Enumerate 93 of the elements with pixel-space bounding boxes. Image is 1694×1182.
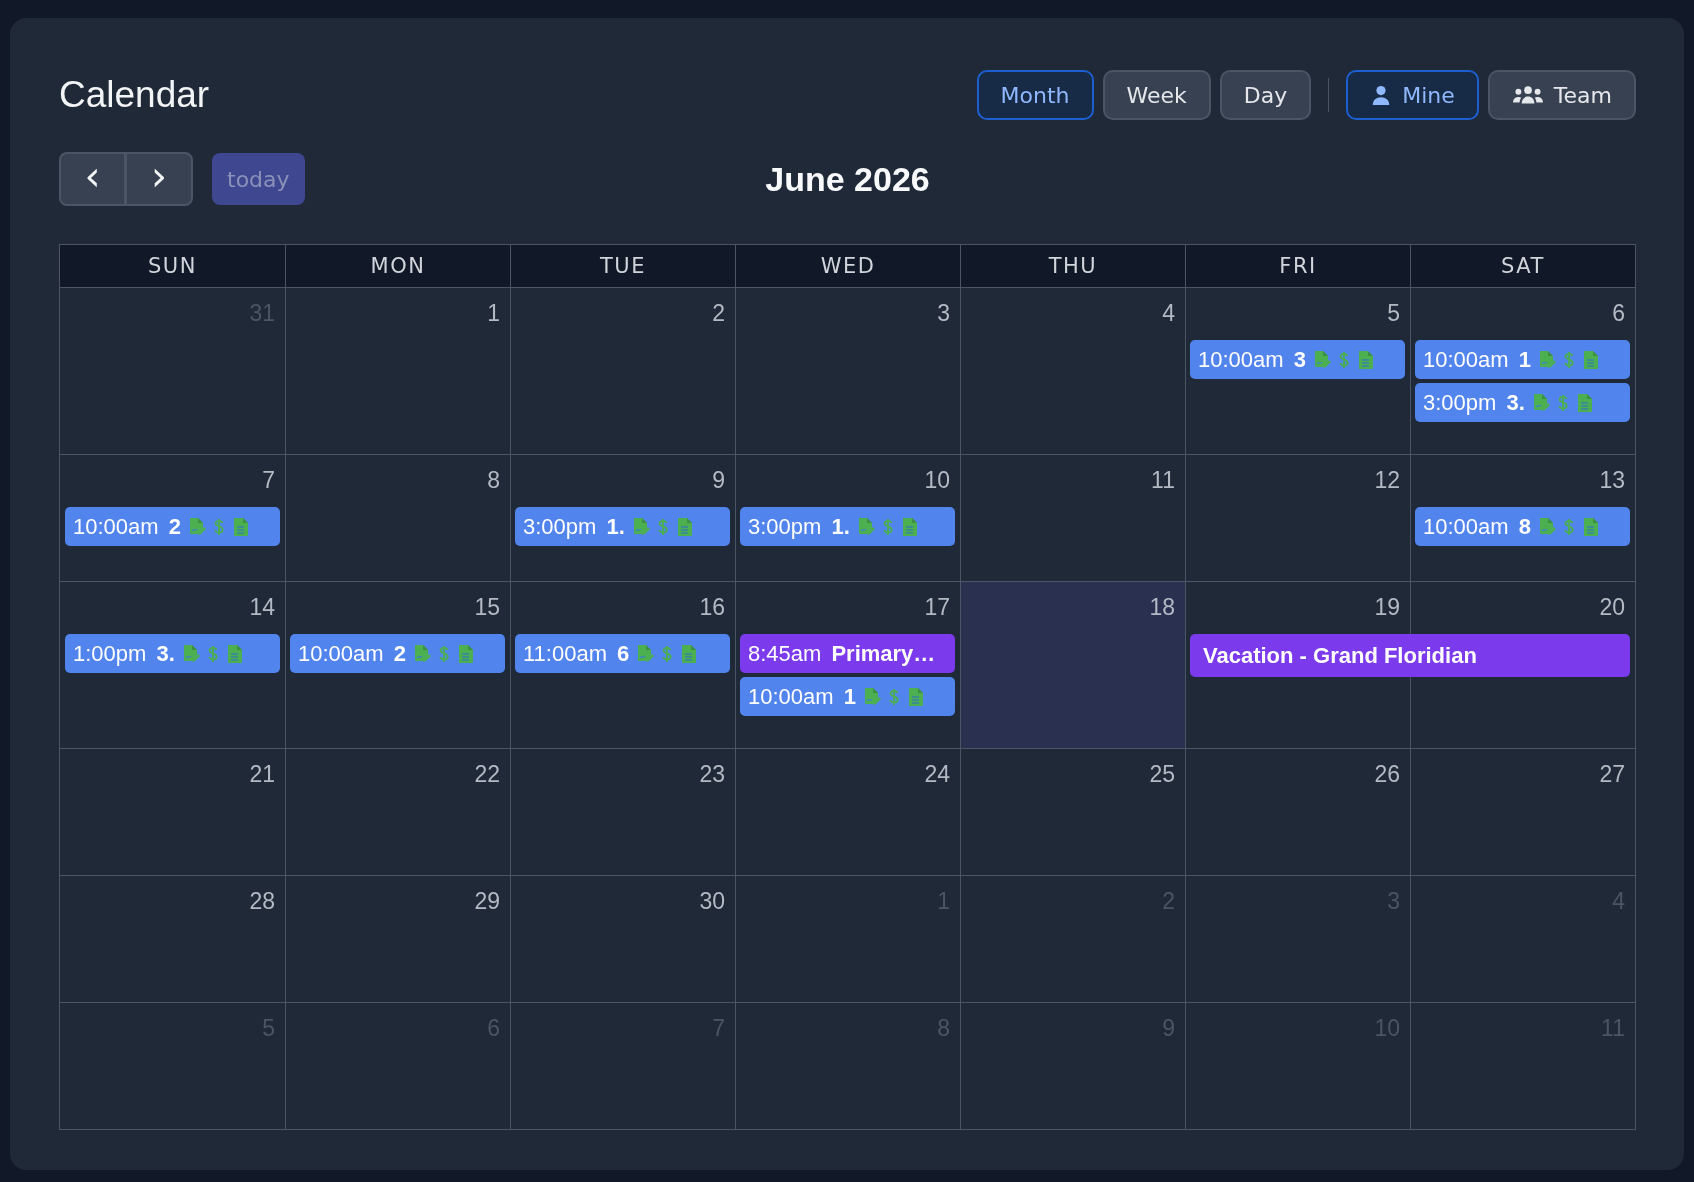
- signed-document-icon: [412, 643, 431, 664]
- day-number: 19: [1374, 593, 1400, 621]
- dollar-icon: [206, 643, 219, 664]
- document-icon: [225, 643, 244, 664]
- dollar-icon: [887, 686, 900, 707]
- calendar-event[interactable]: 10:00am 1: [740, 677, 955, 716]
- document-icon: [900, 516, 919, 537]
- document-icon: [906, 686, 925, 707]
- day-number: 1: [487, 299, 500, 327]
- group-icon: [1511, 83, 1544, 107]
- signed-document-icon: [631, 516, 650, 537]
- dollar-icon: [1337, 349, 1350, 370]
- month-title: June 2026: [765, 159, 930, 199]
- day-number: 25: [1149, 760, 1175, 788]
- calendar-event[interactable]: 3:00pm 1.: [740, 507, 955, 546]
- calendar-event[interactable]: 3:00pm 3.: [1415, 383, 1630, 422]
- day-number: 8: [487, 466, 500, 494]
- day-number: 13: [1599, 466, 1625, 494]
- day-number: 27: [1599, 760, 1625, 788]
- calendar-title: Calendar: [59, 74, 210, 116]
- signed-document-icon: [181, 643, 200, 664]
- dollar-icon: [1562, 349, 1575, 370]
- day-number: 16: [699, 593, 725, 621]
- weekday-header: SUN: [147, 253, 198, 280]
- calendar-event[interactable]: 1:00pm 3.: [65, 634, 280, 673]
- calendar-event[interactable]: 10:00am 2: [290, 634, 505, 673]
- document-icon: [680, 643, 699, 664]
- day-number: 5: [1387, 299, 1400, 327]
- signed-document-icon: [636, 643, 655, 664]
- filter-tab[interactable]: Mine: [1346, 70, 1479, 120]
- day-number: 2: [712, 299, 725, 327]
- calendar-event[interactable]: Vacation - Grand Floridian: [1190, 634, 1630, 677]
- signed-document-icon: [1531, 392, 1550, 413]
- day-number: 7: [262, 466, 275, 494]
- dollar-icon: [437, 643, 450, 664]
- day-number: 26: [1374, 760, 1400, 788]
- document-icon: [1575, 392, 1594, 413]
- dollar-icon: [1556, 392, 1569, 413]
- document-icon: [1356, 349, 1375, 370]
- day-number: 14: [249, 593, 275, 621]
- day-number: 23: [699, 760, 725, 788]
- signed-document-icon: [1312, 349, 1331, 370]
- day-number: 12: [1374, 466, 1400, 494]
- day-number: 20: [1599, 593, 1625, 621]
- calendar-event[interactable]: 10:00am 2: [65, 507, 280, 546]
- view-tab[interactable]: Month: [976, 70, 1094, 120]
- day-number: 6: [1612, 299, 1625, 327]
- day-number: 22: [474, 760, 500, 788]
- weekday-header: WED: [735, 245, 960, 287]
- signed-document-icon: [856, 516, 875, 537]
- day-number: 29: [474, 887, 500, 915]
- weekday-header: MON: [285, 245, 510, 287]
- signed-document-icon: [187, 516, 206, 537]
- calendar-event[interactable]: 10:00am 3: [1190, 340, 1405, 379]
- day-number: 15: [474, 593, 500, 621]
- day-number: 17: [924, 593, 950, 621]
- day-number: 28: [249, 887, 275, 915]
- dollar-icon: [661, 643, 674, 664]
- calendar-event[interactable]: 10:00am 8: [1415, 507, 1630, 546]
- signed-document-icon: [1537, 349, 1556, 370]
- calendar-event[interactable]: 8:45am Primary…: [740, 634, 955, 673]
- previous-button[interactable]: ‹: [59, 152, 126, 206]
- day-number: 24: [924, 760, 950, 788]
- weekday-header: FRI: [1185, 245, 1410, 287]
- dollar-icon: [1562, 516, 1575, 537]
- document-icon: [231, 516, 250, 537]
- document-icon: [456, 643, 475, 664]
- calendar-event[interactable]: 10:00am 1: [1415, 340, 1630, 379]
- day-number: 30: [699, 887, 725, 915]
- day-number: 9: [712, 466, 725, 494]
- filter-tab[interactable]: Team: [1487, 70, 1636, 120]
- view-tab[interactable]: Day: [1219, 70, 1312, 120]
- weekday-header: THU: [960, 245, 1185, 287]
- weekday-header: TUE: [510, 245, 735, 287]
- day-number: 11: [1151, 466, 1175, 494]
- calendar-event[interactable]: 11:00am 6: [515, 634, 730, 673]
- day-number: 3: [937, 299, 950, 327]
- dollar-icon: [656, 516, 669, 537]
- signed-document-icon: [862, 686, 881, 707]
- document-icon: [1581, 516, 1600, 537]
- signed-document-icon: [1537, 516, 1556, 537]
- weekday-header: SAT: [1410, 245, 1635, 287]
- view-tab[interactable]: Week: [1102, 70, 1211, 120]
- day-number: 21: [249, 760, 275, 788]
- document-icon: [675, 516, 694, 537]
- day-number: 18: [1149, 593, 1175, 621]
- dollar-icon: [212, 516, 225, 537]
- next-button[interactable]: ›: [126, 152, 193, 206]
- day-number: 10: [924, 466, 950, 494]
- calendar-event[interactable]: 3:00pm 1.: [515, 507, 730, 546]
- dollar-icon: [881, 516, 894, 537]
- document-icon: [1581, 349, 1600, 370]
- day-number: 4: [1162, 299, 1175, 327]
